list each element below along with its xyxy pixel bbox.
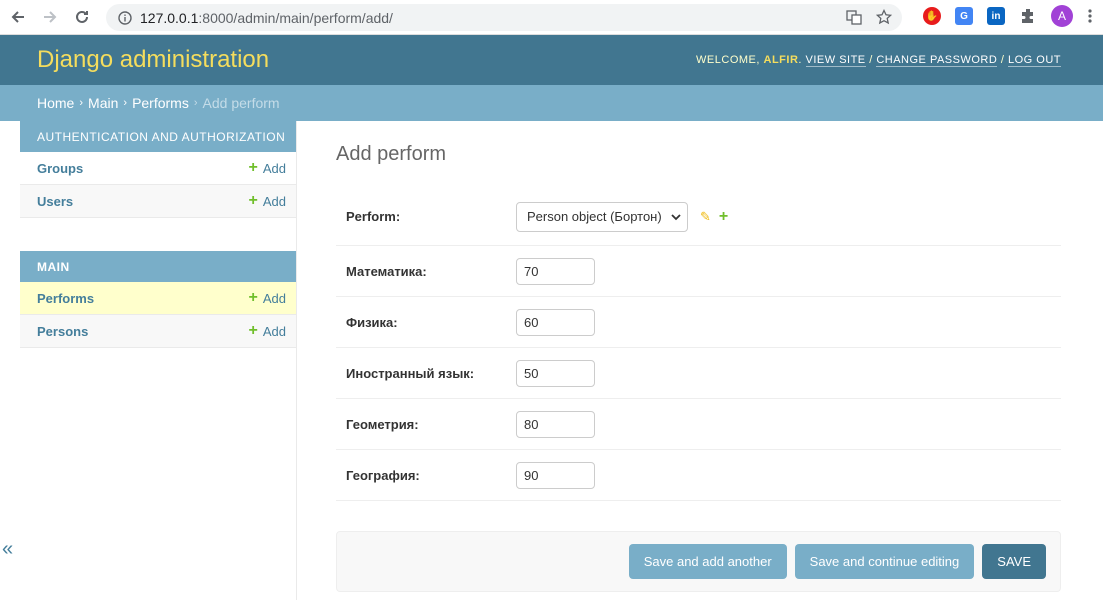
foreign-language-input[interactable]: 50 <box>516 359 595 387</box>
welcome-text: WELCOME, <box>696 54 760 66</box>
kebab-menu-icon[interactable] <box>1087 8 1093 24</box>
sidebar-item-label[interactable]: Users <box>37 194 73 209</box>
sidebar-item-persons: Persons + Add <box>20 315 296 348</box>
log-out-link[interactable]: LOG OUT <box>1007 54 1061 67</box>
geometry-input[interactable]: 80 <box>516 410 595 438</box>
plus-icon: + <box>248 159 258 176</box>
username: ALFIR <box>763 54 799 66</box>
save-and-continue-button[interactable]: Save and continue editing <box>794 544 975 579</box>
add-persons-link[interactable]: + Add <box>249 323 286 339</box>
view-site-link[interactable]: VIEW SITE <box>805 54 866 67</box>
main-content: Add perform Perform: Person object (Борт… <box>336 121 1061 592</box>
site-header: Django administration WELCOME, ALFIR. VI… <box>0 35 1103 85</box>
field-label: География: <box>346 467 420 483</box>
linkedin-icon[interactable]: in <box>987 7 1005 25</box>
perform-select-value: Person object (Бортон) <box>527 209 662 224</box>
form-row-physics: Физика: 60 <box>336 297 1061 348</box>
star-icon[interactable] <box>876 9 892 25</box>
plus-icon: + <box>248 322 258 339</box>
add-performs-link[interactable]: + Add <box>249 290 286 306</box>
site-brand[interactable]: Django administration <box>37 46 269 74</box>
reload-icon <box>76 10 88 23</box>
pencil-icon[interactable]: ✎ <box>700 209 711 225</box>
geography-input[interactable]: 90 <box>516 461 595 489</box>
browser-toolbar: 127.0.0.1:8000/admin/main/perform/add/ ✋… <box>0 0 1103 35</box>
breadcrumb-separator: › <box>123 97 128 109</box>
perform-label: Perform: <box>346 209 401 224</box>
info-icon <box>118 10 132 25</box>
sidebar-item-users: Users + Add <box>20 185 296 218</box>
field-label: Физика: <box>346 314 398 330</box>
field-label: Иностранный язык: <box>346 365 475 381</box>
breadcrumb: Home › Main › Performs › Add perform <box>0 85 1103 121</box>
math-input[interactable]: 70 <box>516 257 595 285</box>
forward-button[interactable] <box>34 1 66 33</box>
plus-icon: + <box>248 289 258 306</box>
sidebar-item-label[interactable]: Performs <box>37 291 94 306</box>
sidebar-item-label[interactable]: Groups <box>37 161 83 176</box>
profile-avatar[interactable]: A <box>1051 5 1073 27</box>
module-caption-main[interactable]: MAIN <box>20 251 296 282</box>
add-users-link[interactable]: + Add <box>249 193 286 209</box>
user-tools: WELCOME, ALFIR. VIEW SITE / CHANGE PASSW… <box>696 54 1061 67</box>
reload-button[interactable] <box>66 1 98 33</box>
physics-input[interactable]: 60 <box>516 308 595 336</box>
page-title: Add perform <box>336 143 447 165</box>
add-groups-link[interactable]: + Add <box>249 160 286 176</box>
perform-select[interactable]: Person object (Бортон) <box>516 201 688 232</box>
form-row-geography: География: 90 <box>336 450 1061 501</box>
back-button[interactable] <box>2 1 34 33</box>
breadcrumb-home[interactable]: Home <box>37 95 74 111</box>
sidebar-item-label[interactable]: Persons <box>37 324 88 339</box>
chevron-down-icon <box>671 213 681 220</box>
adblock-icon[interactable]: ✋ <box>923 7 941 25</box>
breadcrumb-model[interactable]: Performs <box>132 95 189 111</box>
change-password-link[interactable]: CHANGE PASSWORD <box>876 54 998 67</box>
toggle-nav-sidebar-button[interactable]: « <box>2 538 13 561</box>
submit-row: Save and add another Save and continue e… <box>336 531 1061 592</box>
sidebar-item-performs: Performs + Add <box>20 282 296 315</box>
arrow-right-icon <box>44 11 57 23</box>
url-text: 127.0.0.1:8000/admin/main/perform/add/ <box>140 9 393 26</box>
module-caption-auth[interactable]: AUTHENTICATION AND AUTHORIZATION <box>20 121 296 152</box>
sidebar-item-groups: Groups + Add <box>20 152 296 185</box>
form-row-foreign-language: Иностранный язык: 50 <box>336 348 1061 399</box>
extensions-icon[interactable] <box>1019 7 1037 25</box>
plus-icon: + <box>248 192 258 209</box>
breadcrumb-current: Add perform <box>202 95 280 111</box>
save-and-add-another-button[interactable]: Save and add another <box>628 544 787 579</box>
field-label: Математика: <box>346 263 427 279</box>
breadcrumb-separator: › <box>79 97 84 109</box>
breadcrumb-app[interactable]: Main <box>88 95 118 111</box>
save-button[interactable]: SAVE <box>982 544 1046 579</box>
add-related-plus-icon[interactable]: + <box>719 208 728 225</box>
google-translate-icon[interactable]: G <box>955 7 973 25</box>
address-bar[interactable]: 127.0.0.1:8000/admin/main/perform/add/ <box>106 4 902 31</box>
breadcrumb-separator: › <box>193 97 198 109</box>
form-row-math: Математика: 70 <box>336 246 1061 297</box>
form-row-perform: Perform: Person object (Бортон) ✎ + <box>336 188 1061 246</box>
nav-sidebar: AUTHENTICATION AND AUTHORIZATION Groups … <box>20 121 297 600</box>
translate-icon[interactable] <box>846 9 862 25</box>
form-row-geometry: Геометрия: 80 <box>336 399 1061 450</box>
arrow-left-icon <box>11 11 24 23</box>
field-label: Геометрия: <box>346 416 419 432</box>
